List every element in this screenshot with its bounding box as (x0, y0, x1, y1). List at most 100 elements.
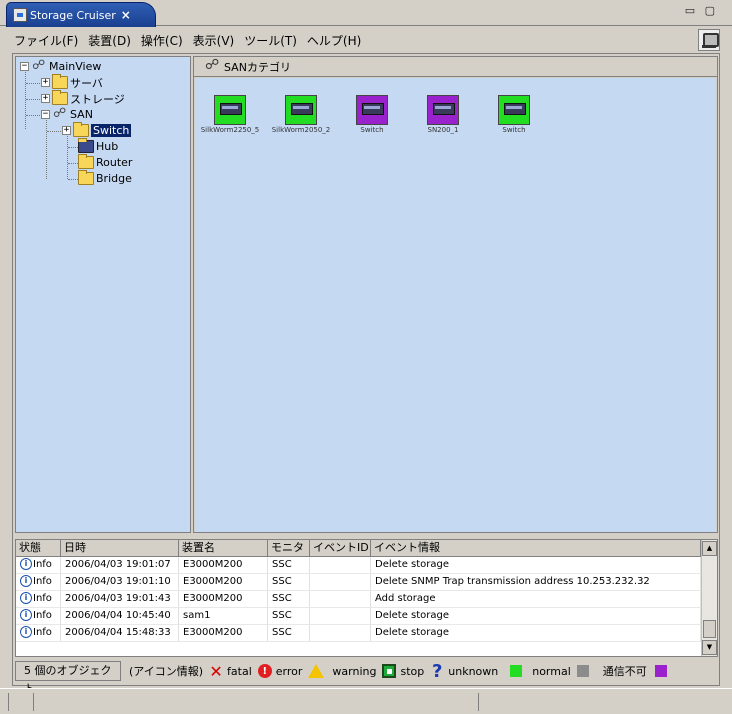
expand-icon[interactable]: + (41, 78, 50, 87)
nocomm-swatch (654, 665, 667, 677)
status-separator (478, 693, 479, 711)
table-row[interactable]: i Info 2006/04/03 19:01:10 E3000M200 SSC … (16, 574, 717, 591)
column-header-status[interactable]: 状態 (16, 540, 61, 556)
device-label: SilkWorm2050_2 (271, 126, 331, 134)
device-item[interactable]: SilkWorm2250_5 (199, 95, 261, 134)
network-icon (52, 106, 68, 121)
column-header-event-id[interactable]: イベントID (310, 540, 371, 556)
device-item[interactable]: SN200_1 (412, 95, 474, 134)
device-label: Switch (360, 126, 384, 134)
tree-panel: − MainView + サーバ + ストレージ − SAN + Switch … (15, 56, 191, 533)
legend-fatal: ✕ fatal (209, 661, 252, 681)
table-header: 状態 日時 装置名 モニタ イベントID イベント情報 (16, 540, 717, 557)
fc-switch-icon (427, 95, 459, 125)
tree-node-router[interactable]: Router (78, 154, 133, 170)
column-header-monitor[interactable]: モニタ (268, 540, 310, 556)
legend-stop: stop (382, 664, 424, 678)
info-icon: i (20, 558, 32, 570)
info-icon: i (20, 609, 32, 621)
collapse-icon[interactable]: − (41, 110, 50, 119)
status-bar (0, 688, 732, 714)
legend-items: (アイコン情報) ✕ fatal ! error warning stop ? … (129, 660, 667, 682)
object-count: 5 個のオブジェクト (15, 661, 121, 695)
info-icon: i (20, 575, 32, 587)
fc-switch-icon (498, 95, 530, 125)
table-row[interactable]: i Info 2006/04/04 15:48:33 E3000M200 SSC … (16, 625, 717, 642)
legend-warning: warning (308, 664, 376, 678)
device-item[interactable]: Switch (483, 95, 545, 134)
tree-node-server[interactable]: + サーバ (41, 74, 103, 90)
app-window: Storage Cruiser × ▭ ▢ ファイル(F) 装置(D) 操作(C… (0, 0, 732, 714)
tree-label: サーバ (70, 76, 103, 90)
san-category-panel: SANカテゴリ SilkWorm2250_5 SilkWorm2050_2 Sw… (193, 56, 718, 533)
device-item[interactable]: Switch (341, 95, 403, 134)
menu-help[interactable]: ヘルプ(H) (307, 32, 361, 49)
tree-node-bridge[interactable]: Bridge (78, 170, 132, 186)
icon-legend-bar: 5 個のオブジェクト (アイコン情報) ✕ fatal ! error warn… (15, 660, 718, 695)
column-header-datetime[interactable]: 日時 (61, 540, 179, 556)
tree-label: ストレージ (70, 92, 125, 106)
table-row[interactable]: i Info 2006/04/03 19:01:43 E3000M200 SSC … (16, 591, 717, 608)
tree-node-storage[interactable]: + ストレージ (41, 90, 125, 106)
table-row[interactable]: i Info 2006/04/04 10:45:40 sam1 SSC Delet… (16, 608, 717, 625)
question-icon: ? (432, 660, 443, 682)
menu-tools[interactable]: ツール(T) (244, 32, 297, 49)
fc-switch-icon (214, 95, 246, 125)
info-icon: i (20, 626, 32, 638)
scroll-down-icon[interactable]: ▼ (702, 640, 717, 655)
column-header-event-info[interactable]: イベント情報 (371, 540, 701, 556)
device-canvas: SilkWorm2250_5 SilkWorm2050_2 Switch SN2… (195, 78, 716, 532)
device-label: SN200_1 (427, 126, 459, 134)
tree-label: MainView (49, 60, 102, 73)
menu-device[interactable]: 装置(D) (88, 32, 131, 49)
legend-normal: normal (504, 665, 597, 678)
tree-node-mainview[interactable]: − MainView (20, 58, 102, 74)
tree-label: Router (96, 156, 133, 169)
legend-nocomm: 通信不可 (603, 663, 667, 679)
panel-header: SANカテゴリ (194, 57, 717, 77)
tree-label: Bridge (96, 172, 132, 185)
legend-error: ! error (257, 664, 302, 678)
tree-node-switch[interactable]: + Switch (62, 122, 132, 138)
menu-view[interactable]: 表示(V) (193, 32, 235, 49)
view-tab-bar: Storage Cruiser × ▭ ▢ (0, 0, 732, 27)
fc-switch-icon (356, 95, 388, 125)
info-icon: i (20, 592, 32, 604)
device-label: Switch (502, 126, 526, 134)
folder-icon (52, 74, 68, 89)
tree-node-hub[interactable]: Hub (78, 138, 119, 154)
tree-label: SAN (70, 108, 93, 121)
warning-network-icon (31, 58, 47, 73)
network-icon (204, 57, 220, 74)
expand-icon[interactable]: + (41, 94, 50, 103)
fatal-x-icon: ✕ (209, 661, 223, 681)
device-label: SilkWorm2250_5 (200, 126, 260, 134)
tab-storage-cruiser[interactable]: Storage Cruiser × (6, 2, 156, 27)
scroll-up-icon[interactable]: ▲ (702, 541, 717, 556)
legend-title: (アイコン情報) (129, 665, 204, 678)
tab-title: Storage Cruiser (30, 8, 116, 22)
menu-operation[interactable]: 操作(C) (141, 32, 183, 49)
hub-icon (78, 138, 94, 153)
admin-icon[interactable] (698, 29, 720, 51)
collapse-icon[interactable]: − (20, 62, 29, 71)
vertical-scrollbar[interactable]: ▲ ▼ (701, 540, 717, 656)
close-icon[interactable]: × (121, 8, 131, 22)
error-icon: ! (257, 664, 272, 678)
expand-icon[interactable]: + (62, 126, 71, 135)
event-log-table: 状態 日時 装置名 モニタ イベントID イベント情報 i Info 2006/0… (15, 539, 718, 657)
tree-label: Hub (96, 140, 119, 153)
scroll-thumb[interactable] (703, 620, 716, 638)
folder-icon (52, 90, 68, 105)
column-header-device[interactable]: 装置名 (179, 540, 268, 556)
window-controls[interactable]: ▭ ▢ (685, 4, 718, 17)
menu-file[interactable]: ファイル(F) (14, 32, 78, 49)
folder-icon (78, 154, 94, 169)
bridge-icon (78, 170, 94, 185)
device-item[interactable]: SilkWorm2050_2 (270, 95, 332, 134)
panel-title: SANカテゴリ (224, 60, 291, 74)
table-row[interactable]: i Info 2006/04/03 19:01:07 E3000M200 SSC … (16, 557, 717, 574)
tree-node-san[interactable]: − SAN (41, 106, 93, 122)
folder-icon (73, 122, 89, 137)
status-segment (8, 693, 34, 711)
